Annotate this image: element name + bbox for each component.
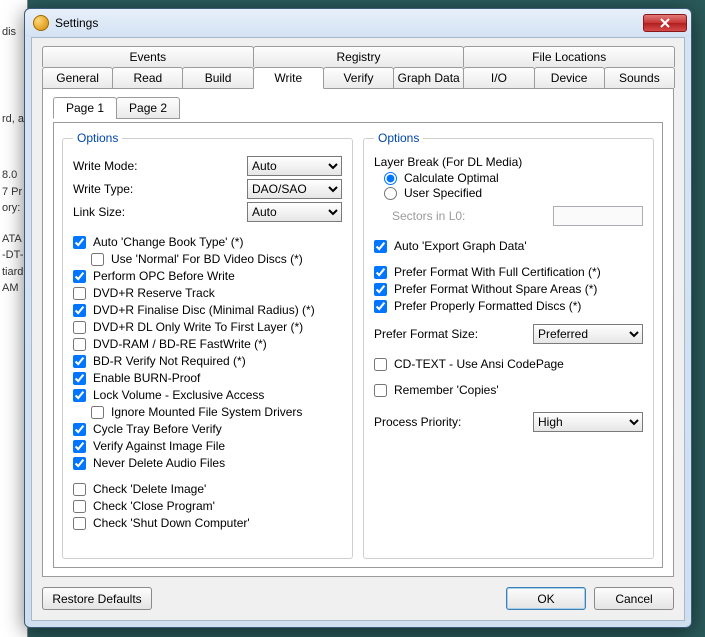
enable-burnproof-checkbox[interactable]: [73, 372, 86, 385]
restore-defaults-button[interactable]: Restore Defaults: [42, 587, 152, 610]
dialog-footer: Restore Defaults OK Cancel: [42, 577, 674, 610]
cdtext-ansi-checkbox[interactable]: [374, 358, 387, 371]
tab-device[interactable]: Device: [534, 67, 605, 88]
process-priority-label: Process Priority:: [374, 415, 527, 429]
radio-calc-optimal[interactable]: [384, 172, 397, 185]
radio-calc-optimal-label[interactable]: Calculate Optimal: [404, 171, 499, 185]
dvdr-dl-first-checkbox[interactable]: [73, 321, 86, 334]
cycle-tray-checkbox[interactable]: [73, 423, 86, 436]
radio-user-specified-label[interactable]: User Specified: [404, 186, 482, 200]
enable-burnproof-label[interactable]: Enable BURN-Proof: [93, 370, 200, 386]
check-close-program-checkbox[interactable]: [73, 500, 86, 513]
check-close-program-label[interactable]: Check 'Close Program': [93, 498, 215, 514]
prefer-properly-fmt-checkbox[interactable]: [374, 300, 387, 313]
page-tab-2[interactable]: Page 2: [116, 97, 180, 119]
tab-verify[interactable]: Verify: [323, 67, 394, 88]
ignore-mounted-checkbox[interactable]: [91, 406, 104, 419]
prefer-full-cert-label[interactable]: Prefer Format With Full Certification (*…: [394, 264, 601, 280]
check-shutdown-label[interactable]: Check 'Shut Down Computer': [93, 515, 250, 531]
use-normal-bd-label[interactable]: Use 'Normal' For BD Video Discs (*): [111, 251, 303, 267]
write-mode-label: Write Mode:: [73, 159, 241, 173]
tab-panel: Page 1 Page 2 Options Write Mode: Auto: [42, 88, 674, 577]
tab-write[interactable]: Write: [253, 67, 324, 89]
write-mode-select[interactable]: Auto: [247, 156, 342, 176]
lock-volume-checkbox[interactable]: [73, 389, 86, 402]
remember-copies-label[interactable]: Remember 'Copies': [394, 382, 499, 398]
tab-events[interactable]: Events: [42, 46, 254, 67]
app-icon: [33, 15, 49, 31]
window-title: Settings: [55, 16, 643, 30]
tab-row-top: Events Registry File Locations: [42, 46, 674, 67]
ignore-mounted-label[interactable]: Ignore Mounted File System Drivers: [111, 404, 302, 420]
verify-against-image-label[interactable]: Verify Against Image File: [93, 438, 225, 454]
client-area: Events Registry File Locations General R…: [31, 37, 685, 621]
close-button[interactable]: [643, 14, 687, 32]
right-options-legend: Options: [374, 131, 423, 145]
tab-build[interactable]: Build: [182, 67, 253, 88]
page-1-area: Options Write Mode: Auto Write Type: DAO…: [53, 122, 663, 568]
never-delete-audio-checkbox[interactable]: [73, 457, 86, 470]
prefer-full-cert-checkbox[interactable]: [374, 266, 387, 279]
prefer-format-size-select[interactable]: Preferred: [533, 324, 643, 344]
process-priority-select[interactable]: High: [533, 412, 643, 432]
tab-row-bottom: General Read Build Write Verify Graph Da…: [42, 67, 674, 88]
tab-read[interactable]: Read: [112, 67, 183, 88]
close-icon: [660, 18, 670, 28]
dvdram-fastwrite-checkbox[interactable]: [73, 338, 86, 351]
page-tab-1[interactable]: Page 1: [53, 97, 117, 119]
link-size-select[interactable]: Auto: [247, 202, 342, 222]
tab-general[interactable]: General: [42, 67, 113, 88]
prefer-no-spare-checkbox[interactable]: [374, 283, 387, 296]
sectors-l0-label: Sectors in L0:: [392, 209, 547, 223]
remember-copies-checkbox[interactable]: [374, 384, 387, 397]
cdtext-ansi-label[interactable]: CD-TEXT - Use Ansi CodePage: [394, 356, 564, 372]
check-delete-image-label[interactable]: Check 'Delete Image': [93, 481, 206, 497]
tab-graph-data[interactable]: Graph Data: [393, 67, 464, 88]
perform-opc-checkbox[interactable]: [73, 270, 86, 283]
settings-window: Settings Events Registry File Locations …: [24, 8, 692, 628]
page-tabs: Page 1 Page 2: [53, 97, 663, 119]
dvdr-reserve-label[interactable]: DVD+R Reserve Track: [93, 285, 215, 301]
tab-registry[interactable]: Registry: [253, 46, 465, 67]
tab-io[interactable]: I/O: [463, 67, 534, 88]
prefer-no-spare-label[interactable]: Prefer Format Without Spare Areas (*): [394, 281, 597, 297]
link-size-label: Link Size:: [73, 205, 241, 219]
lock-volume-label[interactable]: Lock Volume - Exclusive Access: [93, 387, 264, 403]
dvdr-finalise-label[interactable]: DVD+R Finalise Disc (Minimal Radius) (*): [93, 302, 315, 318]
left-options-group: Options Write Mode: Auto Write Type: DAO…: [62, 131, 353, 559]
titlebar[interactable]: Settings: [25, 9, 691, 37]
perform-opc-label[interactable]: Perform OPC Before Write: [93, 268, 235, 284]
layer-break-title: Layer Break (For DL Media): [374, 155, 643, 169]
write-type-label: Write Type:: [73, 182, 241, 196]
use-normal-bd-checkbox[interactable]: [91, 253, 104, 266]
tab-sounds[interactable]: Sounds: [604, 67, 675, 88]
cancel-button[interactable]: Cancel: [594, 587, 674, 610]
dvdram-fastwrite-label[interactable]: DVD-RAM / BD-RE FastWrite (*): [93, 336, 267, 352]
dvdr-dl-first-label[interactable]: DVD+R DL Only Write To First Layer (*): [93, 319, 303, 335]
dvdr-reserve-checkbox[interactable]: [73, 287, 86, 300]
never-delete-audio-label[interactable]: Never Delete Audio Files: [93, 455, 225, 471]
cycle-tray-label[interactable]: Cycle Tray Before Verify: [93, 421, 222, 437]
auto-change-book-type-checkbox[interactable]: [73, 236, 86, 249]
radio-user-specified[interactable]: [384, 187, 397, 200]
prefer-properly-fmt-label[interactable]: Prefer Properly Formatted Discs (*): [394, 298, 581, 314]
tab-file-locations[interactable]: File Locations: [463, 46, 675, 67]
prefer-format-size-label: Prefer Format Size:: [374, 327, 527, 341]
check-shutdown-checkbox[interactable]: [73, 517, 86, 530]
verify-against-image-checkbox[interactable]: [73, 440, 86, 453]
bdr-verify-label[interactable]: BD-R Verify Not Required (*): [93, 353, 246, 369]
auto-export-graph-checkbox[interactable]: [374, 240, 387, 253]
right-options-group: Options Layer Break (For DL Media) Calcu…: [363, 131, 654, 559]
dvdr-finalise-checkbox[interactable]: [73, 304, 86, 317]
auto-export-graph-label[interactable]: Auto 'Export Graph Data': [394, 238, 527, 254]
sectors-l0-input: [553, 206, 643, 226]
ok-button[interactable]: OK: [506, 587, 586, 610]
left-options-legend: Options: [73, 131, 122, 145]
auto-change-book-type-label[interactable]: Auto 'Change Book Type' (*): [93, 234, 243, 250]
write-type-select[interactable]: DAO/SAO: [247, 179, 342, 199]
bdr-verify-checkbox[interactable]: [73, 355, 86, 368]
check-delete-image-checkbox[interactable]: [73, 483, 86, 496]
